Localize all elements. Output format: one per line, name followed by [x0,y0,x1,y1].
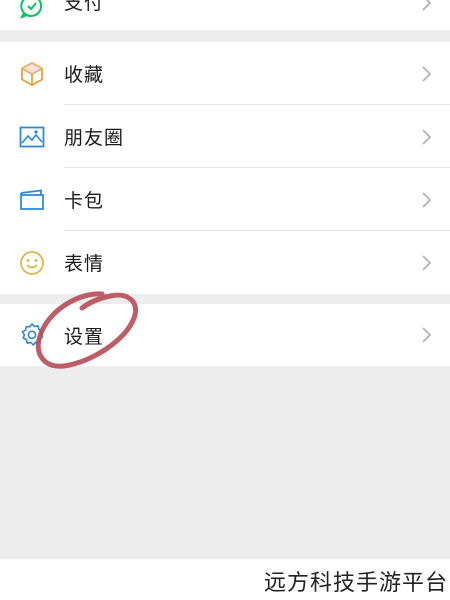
menu-item-label: 收藏 [64,64,105,86]
menu-item-stickers[interactable]: 表情 [0,231,450,294]
menu-item-favorites[interactable]: 收藏 [0,42,450,105]
cube-favorites-icon [18,60,46,88]
menu-item-label: 朋友圈 [64,127,125,149]
menu-item-cards[interactable]: 卡包 [0,168,450,231]
chevron-right-icon [422,254,432,271]
chevron-right-icon [422,128,432,145]
menu-group-settings: 设置 [0,304,450,366]
menu-group-main: 收藏 朋友圈 卡包 表情 [0,42,450,294]
pay-icon [18,0,46,21]
menu-item-moments[interactable]: 朋友圈 [0,105,450,168]
menu-item-pay[interactable]: 支付 [0,0,450,30]
chevron-right-icon [422,0,432,11]
image-icon [18,123,46,151]
chevron-right-icon [422,327,432,343]
smiley-icon [18,249,46,277]
chevron-right-icon [422,65,432,82]
watermark-text: 远方科技手游平台 [263,571,448,596]
menu-item-label: 设置 [64,325,105,348]
chevron-right-icon [422,191,432,208]
menu-group-top: 支付 [0,0,450,30]
menu-item-settings[interactable]: 设置 [0,304,450,366]
menu-item-label: 卡包 [64,190,105,212]
menu-item-label: 表情 [64,253,105,275]
gear-icon [18,321,46,349]
card-wallet-icon [18,186,46,214]
menu-item-label: 支付 [64,0,105,14]
